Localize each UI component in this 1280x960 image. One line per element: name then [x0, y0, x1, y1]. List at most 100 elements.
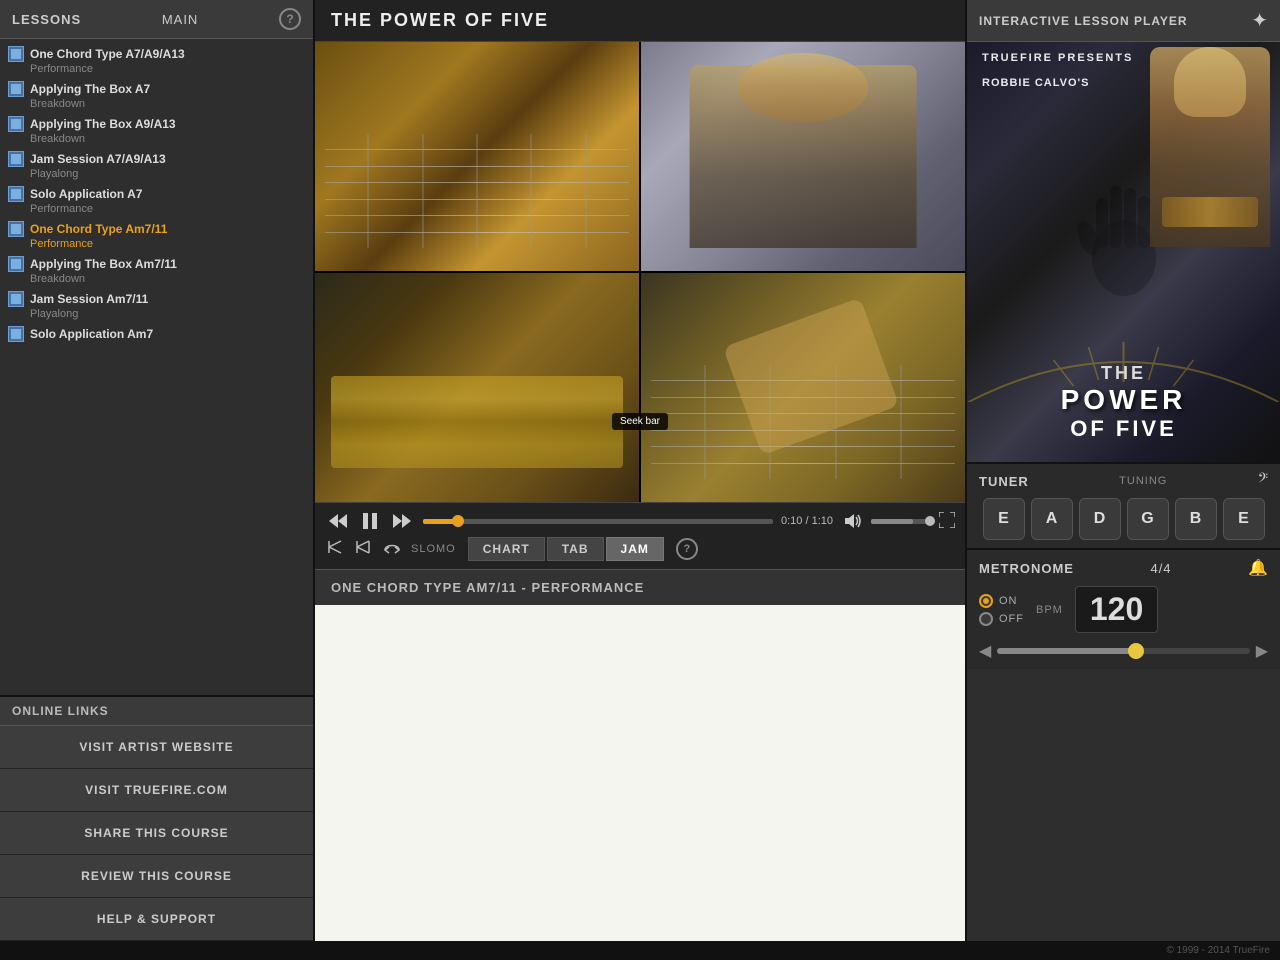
fullscreen-button[interactable]: [939, 512, 955, 531]
controls-row1: 0:10 / 1:10: [325, 511, 955, 531]
lessons-list: One Chord Type A7/A9/A13 Performance App…: [0, 39, 313, 695]
string-E-low-button[interactable]: E: [983, 498, 1025, 540]
lesson-icon: [8, 151, 24, 167]
lesson-icon: [8, 46, 24, 62]
album-art-image: TRUEFIRE PRESENTS ROBBIE CALVO'S: [967, 42, 1280, 462]
string-A-button[interactable]: A: [1031, 498, 1073, 540]
volume-button[interactable]: [841, 512, 867, 530]
jam-tab-button[interactable]: JAM: [606, 537, 664, 561]
copyright-text: © 1999 - 2014 TrueFire: [1166, 945, 1270, 956]
tempo-slider-thumb[interactable]: [1128, 643, 1144, 659]
metronome-header: METRONOME 4/4 🔔: [979, 558, 1268, 578]
lesson-title-bar: ONE CHORD TYPE AM7/11 - PERFORMANCE: [315, 569, 965, 605]
list-item[interactable]: One Chord Type A7/A9/A13 Performance: [0, 43, 313, 78]
metronome-time-sig: 4/4: [1150, 561, 1171, 576]
tuning-label: TUNING: [1119, 475, 1167, 487]
slomo-label: SLOMO: [411, 543, 456, 555]
list-item[interactable]: Jam Session A7/A9/A13 Playalong: [0, 148, 313, 183]
seek-bar-track[interactable]: [423, 519, 773, 524]
video-controls: 0:10 / 1:10: [315, 502, 965, 569]
share-course-button[interactable]: SHARE THIS COURSE: [0, 812, 313, 855]
left-panel: LESSONS MAIN ? One Chord Type A7/A9/A13 …: [0, 0, 315, 941]
video-cell-topright: [641, 42, 965, 271]
visit-truefire-button[interactable]: VISIT TRUEFIRE.COM: [0, 769, 313, 812]
lesson-icon: [8, 221, 24, 237]
bpm-label: BPM: [1036, 604, 1063, 616]
volume-container: [841, 512, 931, 530]
tempo-slider-container: ◀ ▶: [979, 641, 1268, 661]
metronome-radio-group: ON OFF: [979, 594, 1024, 626]
tuner-header: TUNER TUNING 𝄢: [979, 472, 1268, 490]
chart-tab-button[interactable]: CHART: [468, 537, 545, 561]
tab-group: CHART TAB JAM: [468, 537, 664, 561]
list-item[interactable]: Applying The Box Am7/11 Breakdown: [0, 253, 313, 288]
video-title: THE POWER OF FIVE: [331, 10, 549, 30]
list-item[interactable]: Jam Session Am7/11 Playalong: [0, 288, 313, 323]
fastforward-button[interactable]: [389, 512, 415, 530]
string-B-button[interactable]: B: [1175, 498, 1217, 540]
online-links-section: ONLINE LINKS VISIT ARTIST WEBSITE VISIT …: [0, 695, 313, 941]
controls-help-button[interactable]: ?: [676, 538, 698, 560]
metronome-off-radio[interactable]: [979, 612, 993, 626]
controls-row2: SLOMO CHART TAB JAM ?: [325, 537, 955, 561]
album-art: TRUEFIRE PRESENTS ROBBIE CALVO'S: [967, 42, 1280, 462]
sunrise-icon: [967, 342, 1280, 402]
list-item[interactable]: Solo Application Am7: [0, 323, 313, 345]
tuner-strings: E A D G B E: [979, 498, 1268, 540]
string-E-high-button[interactable]: E: [1223, 498, 1265, 540]
lesson-title: Applying The Box A7: [30, 82, 150, 96]
album-person: [1150, 47, 1270, 247]
lessons-help-button[interactable]: ?: [279, 8, 301, 30]
volume-slider[interactable]: [871, 519, 931, 524]
list-item[interactable]: Applying The Box A7 Breakdown: [0, 78, 313, 113]
tempo-slider-fill: [997, 648, 1136, 654]
metronome-off-option[interactable]: OFF: [979, 612, 1024, 626]
rewind-button[interactable]: [325, 512, 351, 530]
video-area[interactable]: Seek bar: [315, 42, 965, 502]
pause-button[interactable]: [359, 511, 381, 531]
tuning-icon: 𝄢: [1258, 472, 1268, 490]
step-back-button[interactable]: [325, 538, 345, 561]
help-support-button[interactable]: HELP & SUPPORT: [0, 898, 313, 941]
tab-tab-button[interactable]: TAB: [547, 537, 604, 561]
lesson-sub: Performance: [8, 203, 303, 215]
tempo-slider[interactable]: [997, 648, 1249, 654]
lesson-title: Jam Session A7/A9/A13: [30, 152, 166, 166]
metronome-on-radio[interactable]: [979, 594, 993, 608]
lesson-sub: Breakdown: [8, 273, 303, 285]
right-panel: INTERACTIVE LESSON PLAYER ✦ TRUEFIRE PRE…: [965, 0, 1280, 941]
visit-artist-button[interactable]: VISIT ARTIST WEBSITE: [0, 726, 313, 769]
lesson-sub: Breakdown: [8, 133, 303, 145]
lesson-title: One Chord Type A7/A9/A13: [30, 47, 185, 61]
lesson-icon: [8, 116, 24, 132]
string-D-button[interactable]: D: [1079, 498, 1121, 540]
loop-button[interactable]: [381, 538, 403, 561]
lesson-title: Applying The Box Am7/11: [30, 257, 177, 271]
video-cell-bottomright: [641, 273, 965, 502]
lesson-title: Jam Session Am7/11: [30, 292, 148, 306]
lesson-sub: Performance: [8, 238, 303, 250]
tempo-increase-button[interactable]: ▶: [1256, 641, 1268, 661]
list-item[interactable]: One Chord Type Am7/11 Performance: [0, 218, 313, 253]
string-G-button[interactable]: G: [1127, 498, 1169, 540]
lesson-icon: [8, 81, 24, 97]
list-item[interactable]: Applying The Box A9/A13 Breakdown: [0, 113, 313, 148]
metronome-on-option[interactable]: ON: [979, 594, 1024, 608]
tuner-section: TUNER TUNING 𝄢 E A D G B E: [967, 462, 1280, 548]
tempo-decrease-button[interactable]: ◀: [979, 641, 991, 661]
lesson-icon: [8, 291, 24, 307]
in-point-button[interactable]: [353, 538, 373, 561]
list-item[interactable]: Solo Application A7 Performance: [0, 183, 313, 218]
album-truefire-text: TRUEFIRE PRESENTS: [982, 52, 1133, 64]
metronome-title: METRONOME: [979, 561, 1074, 576]
seek-bar-container[interactable]: [423, 511, 773, 531]
review-course-button[interactable]: REVIEW THIS COURSE: [0, 855, 313, 898]
lesson-icon: [8, 186, 24, 202]
metronome-section: METRONOME 4/4 🔔 ON OFF: [967, 548, 1280, 669]
album-of-five-label: OF FIVE: [967, 416, 1280, 442]
album-background: TRUEFIRE PRESENTS ROBBIE CALVO'S: [967, 42, 1280, 462]
lesson-sub: Breakdown: [8, 98, 303, 110]
metronome-on-label: ON: [999, 595, 1018, 607]
footer: © 1999 - 2014 TrueFire: [0, 941, 1280, 960]
volume-thumb: [925, 516, 935, 526]
